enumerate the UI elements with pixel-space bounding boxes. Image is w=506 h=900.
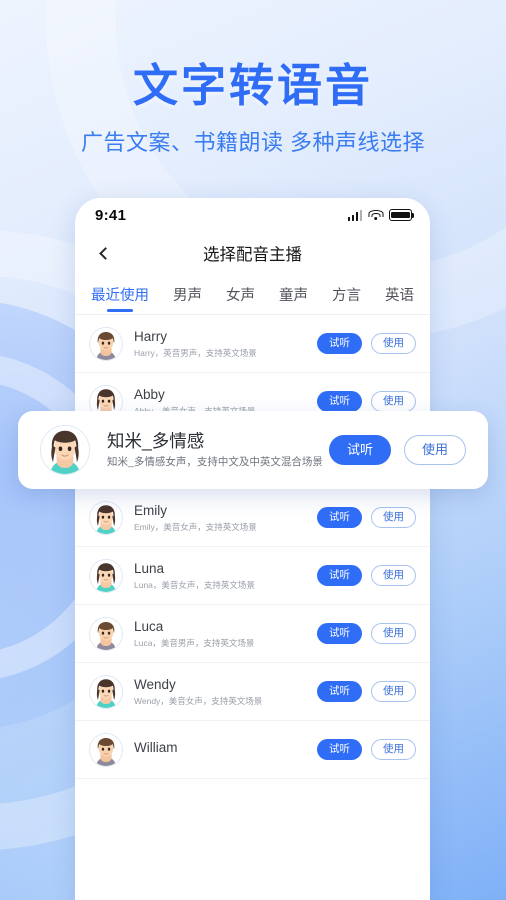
try-button[interactable]: 试听 [317,506,362,529]
tab-3[interactable]: 童声 [279,280,308,314]
male-avatar-icon [90,733,122,766]
tab-0[interactable]: 最近使用 [91,280,149,314]
voice-row-actions: 试听使用 [317,622,416,645]
status-bar-time: 9:41 [95,206,127,224]
voice-row-actions: 试听使用 [317,738,416,761]
voice-row-text: Luna Luna，美音女声，支持英文场景 [134,561,317,591]
use-button[interactable]: 使用 [371,390,416,413]
female-avatar-icon [90,675,122,708]
female-avatar-icon [90,501,122,534]
use-button[interactable]: 使用 [371,622,416,645]
tab-bar: 最近使用 男声 女声 童声 方言 英语 [75,274,430,315]
featured-use-button[interactable]: 使用 [403,434,466,466]
tab-2[interactable]: 女声 [226,280,255,314]
voice-row[interactable]: William 试听 使用 [75,721,430,779]
voice-row-actions: 试听使用 [317,390,416,413]
featured-card-text: 知米_多情感 知米_多情感女声，支持中文及中英文混合场景 [107,431,329,470]
use-button[interactable]: 使用 [371,332,416,355]
try-button[interactable]: 试听 [317,332,362,355]
tab-1[interactable]: 男声 [173,280,202,314]
signal-icon [347,209,362,221]
phone-mockup: 9:41 选择配音主播 最近使用 男声 女声 童声 方言 英语 Harry Harry，英音… [75,198,430,900]
try-button[interactable]: 试听 [317,564,362,587]
voice-row-text: Luca Luca，美音男声，支持英文场景 [134,619,317,649]
voice-desc: Harry，英音男声，支持英文场景 [134,347,257,358]
avatar [89,326,123,361]
voice-name: Wendy [134,676,176,692]
nav-bar: 选择配音主播 [75,232,430,274]
try-button[interactable]: 试听 [317,680,362,703]
hero-block: 文字转语音 广告文案、书籍朗读 多种声线选择 [0,60,506,157]
chevron-left-icon [99,246,112,260]
avatar [89,558,123,593]
featured-voice-desc: 知米_多情感女声，支持中文及中英文混合场景 [107,455,323,468]
voice-row-actions: 试听使用 [317,564,416,587]
try-button[interactable]: 试听 [317,622,362,645]
male-avatar-icon [90,617,122,650]
hero-title: 文字转语音 [132,60,373,111]
avatar [40,425,90,475]
voice-desc: Wendy，美音女声，支持英文场景 [134,695,263,706]
avatar [89,732,123,767]
featured-try-button[interactable]: 试听 [328,434,391,466]
tab-5[interactable]: 英语 [385,280,414,314]
use-button[interactable]: 使用 [371,506,416,529]
voice-row[interactable]: Luca Luca，美音男声，支持英文场景 试听 使用 [75,605,430,663]
voice-row-text: Wendy Wendy，美音女声，支持英文场景 [134,677,317,707]
voice-name: Harry [134,328,167,344]
voice-row-actions: 试听使用 [317,680,416,703]
voice-row[interactable]: Emily Emily，美音女声，支持英文场景 试听 使用 [75,489,430,547]
status-bar-icons [347,209,415,221]
voice-row[interactable]: Luna Luna，美音女声，支持英文场景 试听 使用 [75,547,430,605]
try-button[interactable]: 试听 [317,738,362,761]
avatar [89,674,123,709]
voice-name: Luca [134,618,164,634]
voice-row-actions: 试听使用 [317,332,416,355]
wifi-icon [368,209,383,221]
use-button[interactable]: 使用 [371,564,416,587]
voice-desc: Luna，美音女声，支持英文场景 [134,579,255,590]
featured-card-actions: 试听 使用 [328,434,466,466]
voice-row-text: William [134,740,317,759]
female-avatar-icon [90,559,122,592]
voice-desc: Luca，美音男声，支持英文场景 [134,637,255,648]
avatar [89,616,123,651]
use-button[interactable]: 使用 [371,738,416,761]
voice-row-actions: 试听使用 [317,506,416,529]
featured-voice-card[interactable]: 知米_多情感 知米_多情感女声，支持中文及中英文混合场景 试听 使用 [18,411,488,489]
page-title: 选择配音主播 [203,246,302,264]
hero-subtitle: 广告文案、书籍朗读 多种声线选择 [80,129,426,155]
use-button[interactable]: 使用 [371,680,416,703]
featured-voice-name: 知米_多情感 [107,430,205,451]
voice-row-text: Harry Harry，英音男声，支持英文场景 [134,329,317,359]
voice-list: HarryHarry，英音男声，支持英文场景试听使用AbbyAbby，美音女声，… [75,315,430,779]
try-button[interactable]: 试听 [317,390,362,413]
back-button[interactable] [91,240,117,266]
poster-canvas: 文字转语音 广告文案、书籍朗读 多种声线选择 9:41 选择配音主播 最近使用男… [0,0,506,900]
voice-name: Emily [134,502,167,518]
voice-row[interactable]: Wendy Wendy，美音女声，支持英文场景 试听 使用 [75,663,430,721]
male-avatar-icon [90,327,122,360]
voice-row[interactable]: Harry Harry，英音男声，支持英文场景 试听 使用 [75,315,430,373]
list-fade-overlay [75,828,430,900]
status-bar: 9:41 [75,198,430,232]
tab-4[interactable]: 方言 [332,280,361,314]
voice-desc: Emily，美音女声，支持英文场景 [134,521,257,532]
voice-name: William [134,740,178,756]
avatar [89,500,123,535]
voice-name: Luna [134,560,165,576]
voice-row-text: Emily Emily，美音女声，支持英文场景 [134,503,317,533]
battery-icon [389,209,415,221]
voice-name: Abby [134,386,165,402]
female-avatar-icon [41,426,89,474]
